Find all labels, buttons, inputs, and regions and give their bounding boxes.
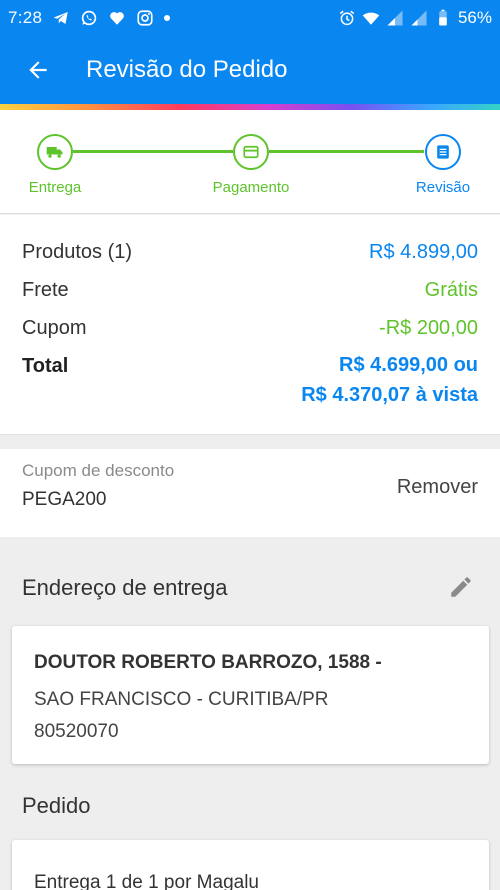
step-revisao: Revisão [398, 134, 488, 196]
step-circle [425, 134, 461, 170]
heart-icon [110, 12, 125, 25]
coupon-label: Cupom [22, 317, 87, 339]
alarm-icon [339, 10, 355, 26]
coupon-section: Cupom de desconto PEGA200 Remover [0, 449, 500, 537]
address-section-title: Endereço de entrega [22, 575, 228, 600]
battery-percent: 56% [457, 8, 492, 27]
battery-icon [439, 9, 447, 26]
address-street: DOUTOR ROBERTO BARROZO, 1588 - [34, 652, 382, 673]
shipping-value: Grátis [424, 279, 478, 301]
step-label: Pagamento [212, 179, 290, 196]
step-pagamento: Pagamento [206, 134, 296, 196]
order-section-title: Pedido [22, 793, 91, 818]
signal-icon [411, 10, 427, 26]
step-entrega: Entrega [10, 134, 100, 196]
summary-row-total: Total R$ 4.699,00 ou R$ 4.370,07 à vista [22, 354, 478, 410]
total-values: R$ 4.699,00 ou R$ 4.370,07 à vista [301, 350, 478, 410]
address-details: SAO FRANCISCO - CURITIBA/PR 80520070 [34, 684, 467, 748]
address-card: DOUTOR ROBERTO BARROZO, 1588 - SAO FRANC… [12, 626, 489, 764]
checkout-stepper: Entrega Pagamento Revisão [0, 110, 500, 214]
edit-address-button[interactable] [446, 572, 476, 602]
step-circle [233, 134, 269, 170]
total-label: Total [22, 355, 69, 377]
whatsapp-icon [82, 10, 97, 26]
products-label: Produtos (1) [22, 241, 133, 263]
step-circle [37, 134, 73, 170]
order-card: Entrega 1 de 1 por Magalu [12, 840, 489, 890]
total-cash-value: R$ 4.370,07 à vista [301, 384, 478, 406]
list-icon [437, 145, 449, 159]
truck-icon [46, 147, 63, 158]
signal-icon [387, 10, 403, 26]
status-bar: 7:28 56% [0, 0, 500, 36]
shipping-label: Frete [22, 279, 69, 301]
remove-coupon-button[interactable]: Remover [397, 476, 478, 499]
wifi-icon [362, 12, 380, 25]
summary-row-shipping: Frete Grátis [22, 279, 478, 317]
address-zip: 80520070 [34, 721, 119, 742]
step-label: Revisão [415, 179, 471, 196]
status-time: 7:28 [8, 8, 43, 27]
summary-row-products: Produtos (1) R$ 4.899,00 [22, 241, 478, 279]
delivery-line: Entrega 1 de 1 por Magalu [34, 872, 259, 890]
address-city: SAO FRANCISCO - CURITIBA/PR [34, 689, 329, 710]
app-bar: Revisão do Pedido [0, 36, 500, 104]
system-icons: 56% [338, 8, 492, 28]
instagram-icon [137, 10, 153, 26]
back-button[interactable] [10, 42, 66, 98]
total-installments-value: R$ 4.699,00 ou [339, 354, 478, 376]
more-notifications-icon [164, 15, 171, 21]
coupon-value: -R$ 200,00 [379, 317, 478, 339]
products-value: R$ 4.899,00 [369, 241, 478, 263]
step-label: Entrega [28, 179, 82, 196]
order-summary: Produtos (1) R$ 4.899,00 Frete Grátis Cu… [0, 215, 500, 435]
page-title: Revisão do Pedido [86, 56, 288, 83]
telegram-icon [53, 12, 69, 24]
arrow-back-icon [29, 61, 47, 79]
pencil-icon [451, 577, 471, 597]
credit-card-icon [243, 145, 259, 159]
notification-icons [52, 9, 171, 27]
